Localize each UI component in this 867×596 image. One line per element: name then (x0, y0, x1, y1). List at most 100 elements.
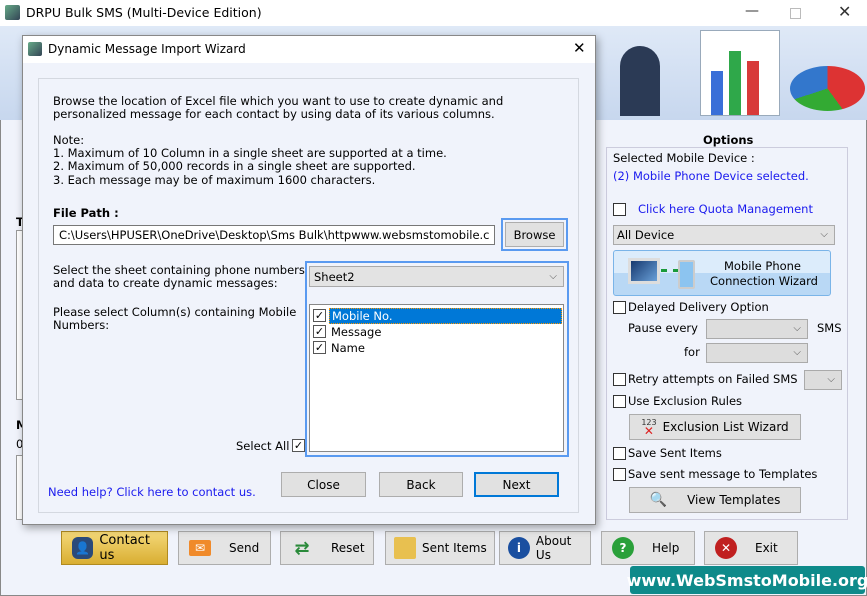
quota-link[interactable]: Click here Quota Management (638, 202, 813, 216)
checkbox-checked[interactable]: ✓ (313, 341, 326, 354)
pause-duration-select[interactable]: ⌵ (706, 343, 808, 363)
help-icon: ? (612, 537, 634, 559)
retry-checkbox[interactable] (613, 373, 626, 386)
info-icon: i (508, 537, 530, 559)
sent-items-button[interactable]: Sent Items (385, 531, 495, 565)
device-select[interactable]: All Device ⌵ (613, 225, 835, 245)
device-select-value: All Device (617, 228, 675, 242)
exclusion-wizard-button[interactable]: 123 ✕ Exclusion List Wizard (629, 414, 801, 440)
app-title-bar: DRPU Bulk SMS (Multi-Device Edition) — ✕ (0, 0, 867, 26)
contact-us-button[interactable]: 👤 Contact us (61, 531, 168, 565)
column-label-mobile: Mobile No. (329, 308, 562, 324)
sms-label: SMS (817, 321, 842, 335)
pause-count-select[interactable]: ⌵ (706, 319, 808, 339)
save-templates-label: Save sent message to Templates (628, 467, 818, 481)
app-title: DRPU Bulk SMS (Multi-Device Edition) (26, 5, 262, 20)
envelope-icon: ✉ (189, 540, 211, 556)
checkbox-checked[interactable]: ✓ (313, 309, 326, 322)
magnifier-document-icon: 🔍 (649, 492, 668, 508)
sheet-label: and data to create dynamic messages: (53, 276, 278, 290)
column-label-name: Name (331, 341, 365, 355)
phone-icon (678, 260, 695, 289)
browse-button[interactable]: Browse (501, 218, 568, 251)
save-sent-label: Save Sent Items (628, 446, 722, 460)
sheet-select-value: Sheet2 (314, 270, 355, 284)
view-templates-label: View Templates (687, 493, 781, 507)
watermark: www.WebSmstoMobile.org (627, 566, 867, 594)
list-item[interactable]: ✓ Mobile No. (313, 308, 562, 324)
delayed-delivery-label: Delayed Delivery Option (628, 300, 769, 314)
connection-wizard-button[interactable]: Mobile Phone Connection Wizard (613, 250, 831, 296)
column-checklist[interactable]: ✓ Mobile No. ✓ Message ✓ Name (309, 304, 564, 452)
pie-chart-icon (790, 66, 865, 111)
maximize-button[interactable] (790, 8, 801, 19)
minimize-button[interactable]: — (745, 3, 759, 19)
exit-icon: ✕ (715, 537, 737, 559)
chevron-down-icon: ⌵ (820, 228, 828, 240)
selected-device-value: (2) Mobile Phone Device selected. (613, 169, 809, 183)
quota-checkbox[interactable] (613, 203, 626, 216)
chevron-down-icon: ⌵ (827, 373, 835, 385)
select-all-label: Select All (236, 439, 290, 453)
help-button[interactable]: ? Help (601, 531, 695, 565)
wizard-label: Connection Wizard (710, 274, 818, 288)
file-path-value: C:\Users\HPUSER\OneDrive\Desktop\Sms Bul… (59, 228, 490, 242)
browse-label: Browse (505, 222, 564, 247)
exclusion-label: Use Exclusion Rules (628, 394, 743, 408)
close-app-button[interactable]: ✕ (838, 2, 851, 21)
save-templates-checkbox[interactable] (613, 468, 626, 481)
monitor-icon (628, 258, 660, 284)
chevron-down-icon: ⌵ (793, 346, 801, 358)
send-label: Send (229, 541, 260, 555)
file-path-input[interactable]: C:\Users\HPUSER\OneDrive\Desktop\Sms Bul… (53, 225, 495, 245)
bar-chart-icon (700, 30, 780, 116)
retry-label: Retry attempts on Failed SMS (628, 372, 798, 386)
note-title: Note: (53, 133, 85, 147)
column-label: Please select Column(s) containing Mobil… (53, 305, 297, 319)
help-label: Help (652, 541, 680, 555)
options-title: Options (700, 133, 757, 147)
delayed-delivery-checkbox[interactable] (613, 301, 626, 314)
folder-icon (394, 537, 416, 559)
selected-device-label: Selected Mobile Device : (613, 151, 755, 165)
chevron-down-icon: ⌵ (793, 322, 801, 334)
note-item: 3. Each message may be of maximum 1600 c… (53, 173, 376, 187)
exclusion-checkbox[interactable] (613, 395, 626, 408)
checkbox-checked[interactable]: ✓ (313, 325, 326, 338)
dialog-title-bar: Dynamic Message Import Wizard ✕ (23, 36, 595, 63)
wizard-label: Mobile Phone (724, 259, 802, 273)
intro-text: personalized message for each contact by… (53, 107, 495, 121)
note-item: 1. Maximum of 10 Column in a single shee… (53, 146, 447, 160)
dialog-title: Dynamic Message Import Wizard (48, 42, 246, 56)
intro-text: Browse the location of Excel file which … (53, 94, 504, 108)
retry-select[interactable]: ⌵ (804, 370, 842, 390)
close-button[interactable]: Close (281, 472, 366, 497)
save-sent-checkbox[interactable] (613, 447, 626, 460)
view-templates-button[interactable]: 🔍 View Templates (629, 487, 801, 513)
for-label: for (684, 345, 700, 359)
exclusion-icon: 123 ✕ (641, 417, 657, 438)
connection-line-icon (661, 269, 679, 272)
people-icon (620, 46, 660, 116)
file-path-label: File Path : (53, 206, 119, 220)
exit-label: Exit (755, 541, 778, 555)
dialog-icon (28, 42, 42, 56)
select-all-checkbox[interactable]: ✓ (292, 439, 305, 452)
app-icon (5, 5, 20, 20)
contact-us-label: Contact us (99, 533, 150, 563)
exclusion-wizard-label: Exclusion List Wizard (662, 420, 789, 434)
send-button[interactable]: ✉ Send (178, 531, 271, 565)
pause-every-label: Pause every (628, 321, 698, 335)
back-button[interactable]: Back (379, 472, 463, 497)
sheet-select[interactable]: Sheet2 ⌵ (309, 266, 564, 287)
column-label-message: Message (331, 325, 382, 339)
next-button[interactable]: Next (474, 472, 559, 497)
help-link[interactable]: Need help? Click here to contact us. (48, 485, 256, 499)
about-us-button[interactable]: i About Us (499, 531, 591, 565)
sheet-label: Select the sheet containing phone number… (53, 263, 305, 277)
exit-button[interactable]: ✕ Exit (704, 531, 798, 565)
reset-button[interactable]: ⇄ Reset (280, 531, 374, 565)
chevron-down-icon: ⌵ (549, 270, 557, 282)
arrows-icon: ⇄ (294, 537, 310, 559)
dialog-close-button[interactable]: ✕ (573, 39, 586, 57)
